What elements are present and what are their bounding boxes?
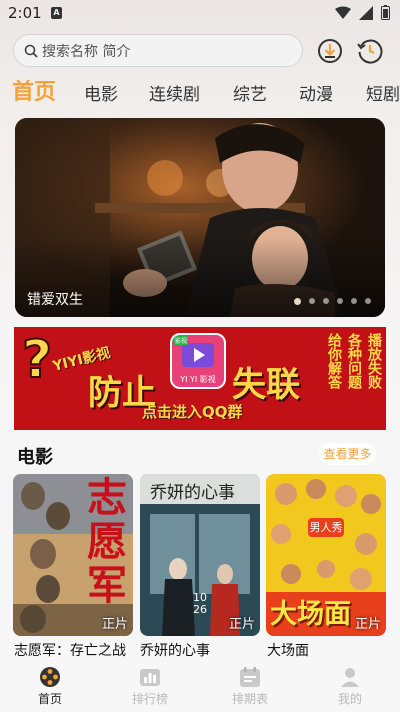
nav-profile[interactable]: 我的 <box>310 666 390 707</box>
qq-group-ad-banner[interactable]: ? YIYI影视 防止 YI YI 影视 影视 失联 点击进入QQ群 给你解答 … <box>14 327 386 430</box>
carousel-dot[interactable] <box>337 298 343 304</box>
nav-label: 排期表 <box>231 692 268 706</box>
search-icon <box>24 44 38 58</box>
movie-poster-date: 10 26 <box>193 591 207 616</box>
tab-series[interactable]: 连续剧 <box>149 80 200 105</box>
movie-poster-text: 大场面 <box>270 599 351 630</box>
movie-badge: 正片 <box>228 617 255 632</box>
movie-title[interactable]: 志愿军：存亡之战 <box>14 640 126 660</box>
wifi-icon <box>335 6 351 19</box>
battery-icon <box>381 5 390 20</box>
user-icon <box>341 668 359 687</box>
ad-side-column: 播放失败 <box>366 333 382 389</box>
movie-card[interactable]: 志愿军 正片 <box>13 474 133 636</box>
ad-logo-text: YI YI 影视 <box>180 375 216 384</box>
nav-label: 我的 <box>337 692 362 706</box>
movie-title[interactable]: 大场面 <box>267 640 309 660</box>
movie-poster-text: 乔妍的心事 <box>150 483 235 503</box>
see-more-button[interactable]: 查看更多 <box>319 443 376 465</box>
tab-movie[interactable]: 电影 <box>84 80 118 105</box>
nav-label: 首页 <box>37 692 62 706</box>
svg-text:?: ? <box>22 330 52 389</box>
movie-card[interactable]: 男人秀 大场面 正片 <box>266 474 386 636</box>
carousel-dot[interactable] <box>323 298 329 304</box>
status-bar: 2:01 A <box>0 0 400 26</box>
ad-logo-badge: 影视 <box>174 336 189 345</box>
carousel-dot[interactable] <box>294 298 301 305</box>
search-placeholder: 搜索名称 简介 <box>42 43 131 60</box>
ad-logo: YI YI 影视 影视 <box>170 333 226 389</box>
nav-schedule[interactable]: 排期表 <box>210 666 290 707</box>
calendar-icon <box>240 667 260 687</box>
carousel-dot[interactable] <box>365 298 371 304</box>
history-icon[interactable] <box>357 38 383 64</box>
nav-ranking[interactable]: 排行榜 <box>110 666 190 707</box>
nav-home[interactable]: 首页 <box>10 666 90 707</box>
movie-badge: 正片 <box>354 617 381 632</box>
ranking-chart-icon <box>140 669 160 686</box>
movie-card[interactable]: 乔妍的心事 10 26 正片 <box>140 474 260 636</box>
bottom-nav: 首页 排行榜 排期表 我的 <box>0 660 400 712</box>
carousel-indicator <box>294 298 371 305</box>
tab-short-drama[interactable]: 短剧 <box>366 80 400 105</box>
download-icon[interactable] <box>317 38 343 64</box>
notification-icon: A <box>51 7 62 19</box>
ad-headline-right: 失联 <box>232 365 300 405</box>
tab-home[interactable]: 首页 <box>12 74 56 106</box>
movie-badge: 正片 <box>101 617 128 632</box>
signal-icon <box>359 5 373 20</box>
movie-title[interactable]: 乔妍的心事 <box>140 640 210 660</box>
search-input[interactable]: 搜索名称 简介 <box>13 34 303 67</box>
hero-image <box>15 118 385 317</box>
nav-label: 排行榜 <box>131 692 168 706</box>
home-film-reel-icon <box>40 667 60 687</box>
tab-anime[interactable]: 动漫 <box>299 80 333 105</box>
hero-banner[interactable]: 错爱双生 <box>15 118 385 317</box>
category-tabs: 首页 电影 连续剧 综艺 动漫 短剧 <box>0 74 400 108</box>
section-title: 电影 <box>17 447 53 468</box>
movie-poster-text: 志愿军 <box>87 474 127 609</box>
ad-cta[interactable]: 点击进入QQ群 <box>142 401 243 422</box>
ad-side-column: 给你解答 <box>326 333 342 389</box>
carousel-dot[interactable] <box>309 298 315 304</box>
hero-title: 错爱双生 <box>27 292 83 308</box>
tab-variety[interactable]: 综艺 <box>233 80 267 105</box>
movie-poster-tag: 男人秀 <box>308 518 344 537</box>
carousel-dot[interactable] <box>351 298 357 304</box>
status-time: 2:01 <box>8 4 42 22</box>
ad-side-text: 给你解答 各种问题 播放失败 <box>326 333 382 389</box>
ad-side-column: 各种问题 <box>346 333 362 389</box>
